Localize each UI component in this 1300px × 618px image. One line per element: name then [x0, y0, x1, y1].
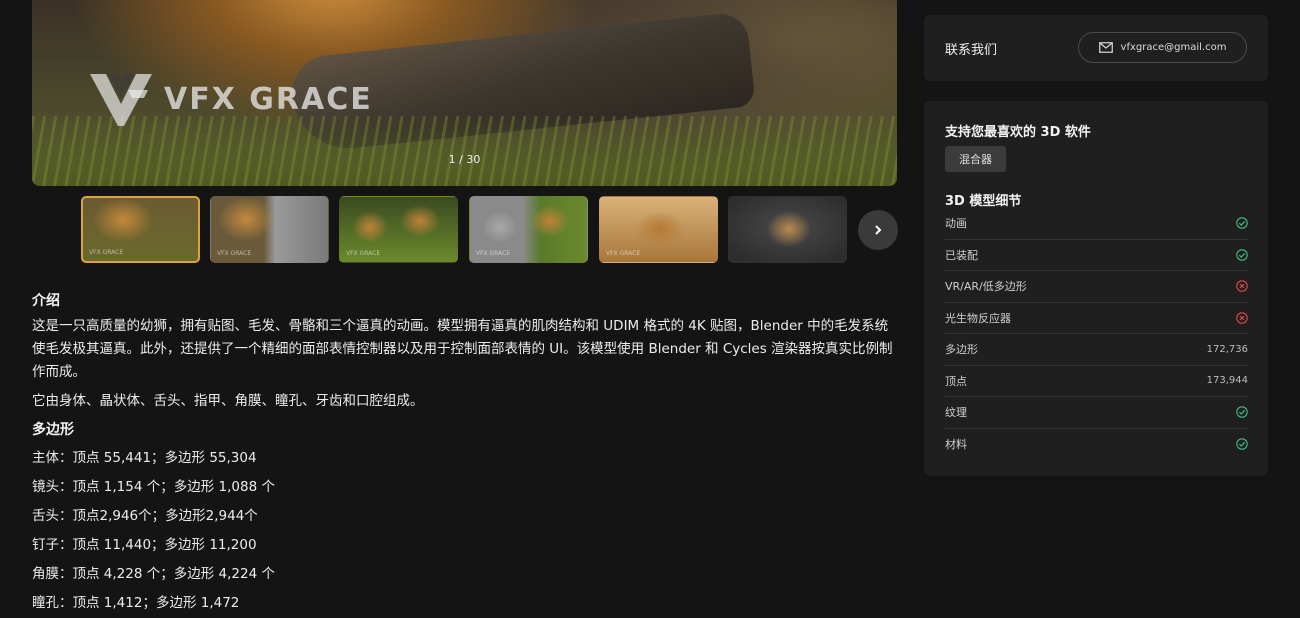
- polygon-heading: 多边形: [32, 422, 74, 438]
- polygon-line: 瞳孔：顶点 1,412；多边形 1,472: [32, 595, 240, 611]
- thumbnail-6[interactable]: [728, 196, 847, 263]
- thumbnail-3[interactable]: VFX GRACE: [339, 196, 458, 263]
- check-circle-icon: [1236, 406, 1248, 418]
- description-paragraph-1: 这是一只高质量的幼狮，拥有贴图、毛发、骨骼和三个逼真的动画。模型拥有逼真的肌肉结…: [32, 318, 893, 380]
- details-row: 材料: [945, 429, 1248, 461]
- thumbnail-watermark: VFX GRACE: [606, 250, 641, 257]
- software-title: 支持您最喜欢的 3D 软件: [945, 125, 1091, 140]
- details-row-label: 纹理: [945, 406, 967, 420]
- details-row-value: 172,736: [1206, 343, 1248, 355]
- thumbnail-watermark: VFX GRACE: [346, 250, 381, 257]
- details-row-label: 动画: [945, 217, 967, 231]
- software-chip-blender[interactable]: 混合器: [945, 146, 1006, 172]
- details-row: 动画: [945, 208, 1248, 240]
- chevron-right-icon: [875, 225, 882, 235]
- watermark-text: VFX GRACE: [164, 81, 373, 117]
- contact-card: 联系我们 vfxgrace@gmail.com: [924, 15, 1268, 81]
- details-row-label: 材料: [945, 438, 967, 452]
- contact-title: 联系我们: [945, 43, 998, 58]
- thumbnail-next-button[interactable]: [858, 210, 898, 250]
- description-heading: 介绍: [32, 293, 60, 309]
- model-details-card: 支持您最喜欢的 3D 软件 混合器 3D 模型细节 动画已装配 VR/AR/低多边…: [924, 101, 1268, 476]
- polygon-line: 钉子：顶点 11,440；多边形 11,200: [32, 537, 257, 553]
- details-row: 已装配: [945, 240, 1248, 271]
- vfx-grace-logo-icon: [90, 74, 152, 126]
- polygon-line: 主体：顶点 55,441；多边形 55,304: [32, 450, 257, 466]
- details-row-label: 多边形: [945, 343, 978, 357]
- thumbnail-2[interactable]: VFX GRACE: [210, 196, 329, 263]
- details-row: 光生物反应器: [945, 303, 1248, 334]
- polygon-line: 舌头：顶点2,946个；多边形2,944个: [32, 508, 258, 524]
- details-list: 动画已装配 VR/AR/低多边形 光生物反应器 多边形 172,736 顶点 173,944…: [945, 208, 1248, 460]
- check-circle-icon: [1236, 438, 1248, 450]
- thumbnail-watermark: VFX GRACE: [89, 249, 124, 256]
- description-section: 介绍 这是一只高质量的幼狮，拥有贴图、毛发、骨骼和三个逼真的动画。模型拥有逼真的…: [32, 290, 898, 618]
- details-row: 多边形 172,736: [945, 334, 1248, 366]
- check-circle-icon: [1236, 217, 1248, 229]
- x-circle-icon: [1236, 312, 1248, 324]
- description-paragraph-2: 它由身体、晶状体、舌头、指甲、角膜、瞳孔、牙齿和口腔组成。: [32, 393, 424, 409]
- thumbnail-4[interactable]: VFX GRACE: [469, 196, 588, 263]
- details-row-value: 173,944: [1206, 375, 1248, 387]
- details-row: VR/AR/低多边形: [945, 271, 1248, 303]
- thumbnail-watermark: VFX GRACE: [476, 250, 511, 257]
- watermark: VFX GRACE: [88, 70, 373, 128]
- main-gallery-image[interactable]: VFX GRACE 1 / 30: [32, 0, 897, 186]
- image-counter: 1 / 30: [448, 153, 481, 166]
- thumbnail-5[interactable]: VFX GRACE: [599, 196, 718, 263]
- check-circle-icon: [1236, 249, 1248, 261]
- details-row: 纹理: [945, 397, 1248, 429]
- email-button[interactable]: vfxgrace@gmail.com: [1078, 32, 1247, 63]
- polygon-line: 镜头：顶点 1,154 个；多边形 1,088 个: [32, 479, 275, 495]
- details-row-label: 光生物反应器: [945, 311, 1011, 325]
- x-circle-icon: [1236, 280, 1248, 292]
- email-address: vfxgrace@gmail.com: [1120, 42, 1227, 53]
- mail-icon: [1098, 42, 1113, 53]
- polygon-line: 角膜：顶点 4,228 个；多边形 4,224 个: [32, 566, 275, 582]
- thumbnail-watermark: VFX GRACE: [217, 250, 252, 257]
- thumbnail-1[interactable]: VFX GRACE: [81, 196, 200, 263]
- details-row: 顶点 173,944: [945, 366, 1248, 397]
- details-title: 3D 模型细节: [945, 194, 1022, 209]
- details-row-label: VR/AR/低多边形: [945, 280, 1027, 294]
- details-row-label: 已装配: [945, 248, 978, 262]
- details-row-label: 顶点: [945, 374, 967, 388]
